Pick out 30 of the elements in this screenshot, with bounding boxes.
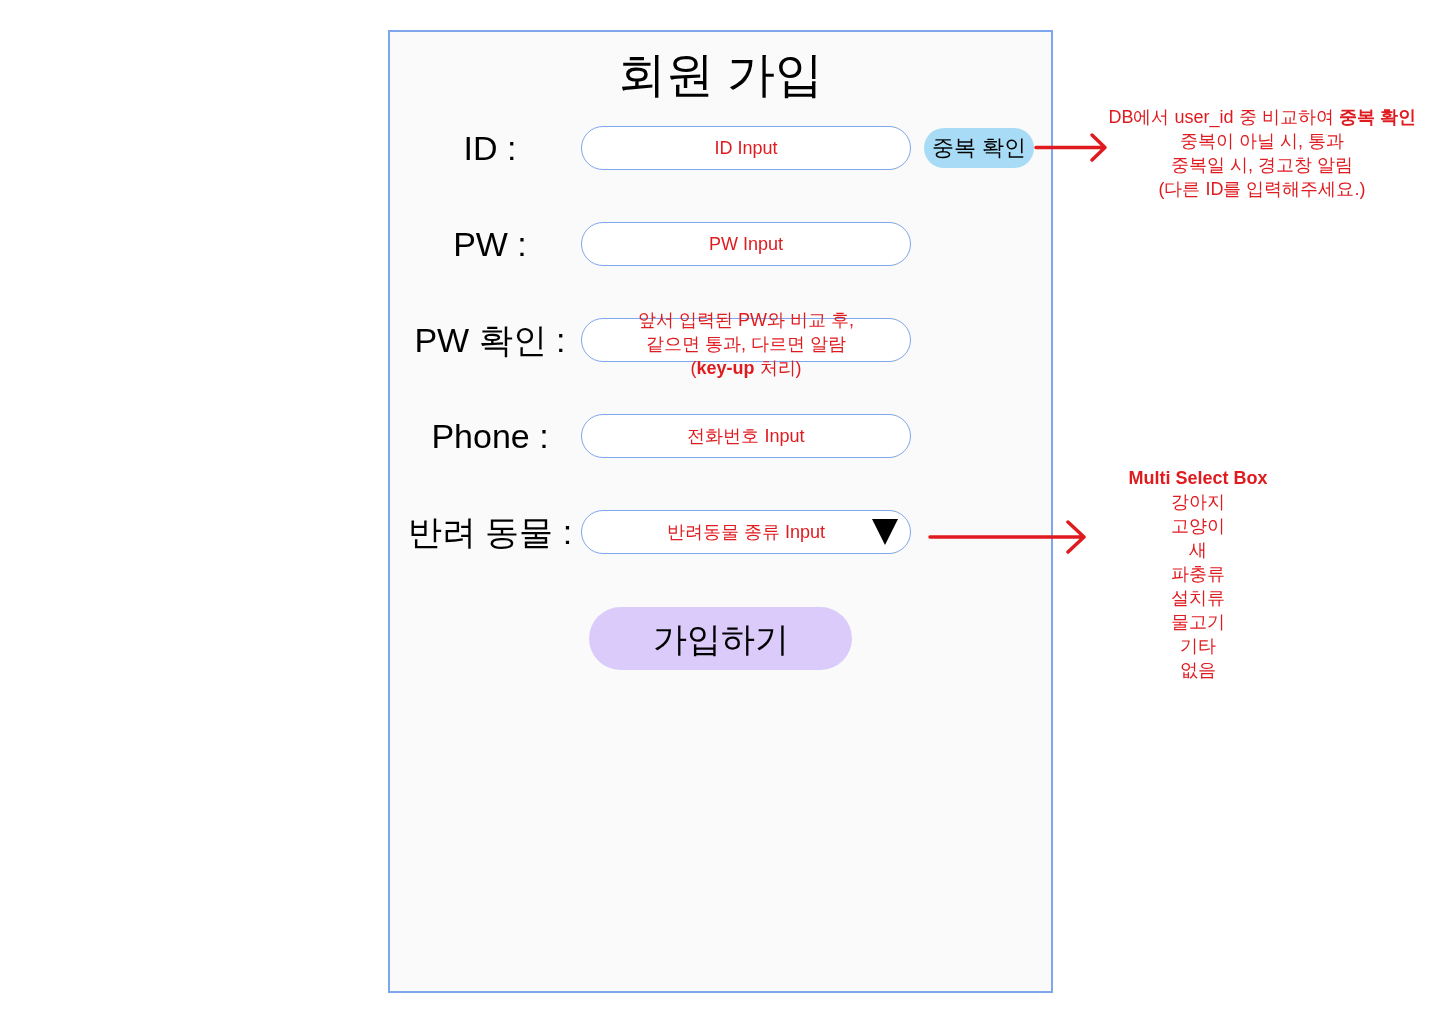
input-field[interactable]: ID Input xyxy=(581,126,911,170)
signup-button[interactable]: 가입하기 xyxy=(589,607,852,670)
field-label: Phone : xyxy=(430,416,550,456)
option-text: 강아지 xyxy=(1171,491,1225,514)
page-title: 회원 가입 xyxy=(617,47,824,103)
option-text: 파충류 xyxy=(1171,563,1225,586)
option-text: 고양이 xyxy=(1171,515,1225,538)
field-label: ID : xyxy=(462,128,518,168)
note-line: (key-up 처리) xyxy=(690,357,802,380)
option-text: 물고기 xyxy=(1171,611,1225,634)
option-text: 없음 xyxy=(1180,659,1216,682)
select-field[interactable]: 반려동물 종류 Input xyxy=(581,510,911,554)
option-text: 기타 xyxy=(1180,635,1216,658)
arrow-icon xyxy=(928,519,1088,555)
check-duplicate-button[interactable]: 중복 확인 xyxy=(924,128,1035,168)
annotation-line: 중복이 아닐 시, 통과 xyxy=(1180,130,1344,153)
annotation-line: DB에서 user_id 중 비교하여 중복 확인 xyxy=(1108,106,1416,129)
annotation-line: 중복일 시, 경고창 알림 xyxy=(1171,154,1353,177)
option-text: 설치류 xyxy=(1171,587,1225,610)
option-text: 새 xyxy=(1189,539,1207,562)
note-line: 같으면 통과, 다르면 알람 xyxy=(646,333,846,356)
input-field[interactable]: 전화번호 Input xyxy=(581,414,911,458)
caret-icon xyxy=(872,519,898,545)
annotation-line: (다른 ID를 입력해주세요.) xyxy=(1158,178,1366,201)
field-label: PW : xyxy=(452,224,528,264)
annotation-heading: Multi Select Box xyxy=(1128,467,1268,490)
field-label: 반려 동물 : xyxy=(406,512,574,552)
arrow-icon xyxy=(1034,132,1108,163)
field-label: PW 확인 : xyxy=(413,320,567,360)
input-field[interactable]: PW Input xyxy=(581,222,911,266)
